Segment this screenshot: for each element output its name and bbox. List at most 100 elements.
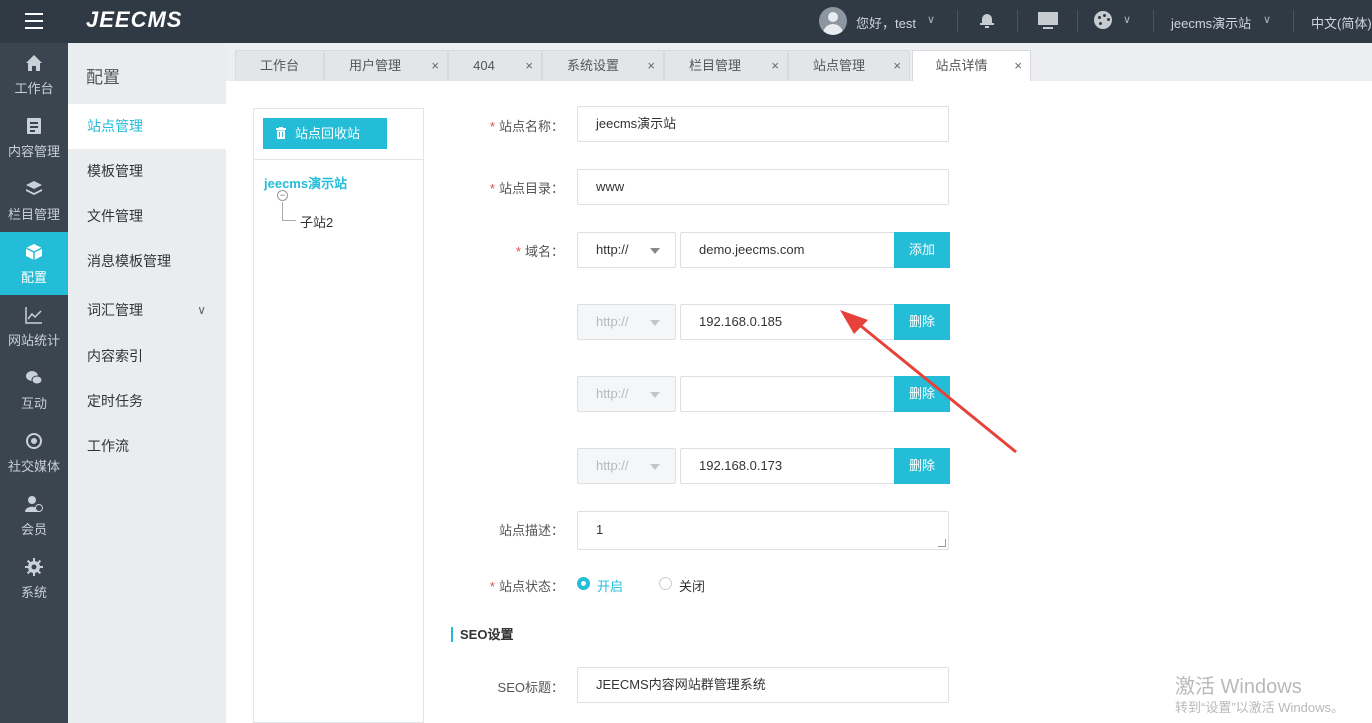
- tree-node-root[interactable]: jeecms演示站: [264, 173, 347, 192]
- activation-watermark-title: 激活 Windows: [1175, 676, 1302, 698]
- app-logo: JEECMS: [86, 7, 183, 32]
- nav-item-workbench[interactable]: 工作台: [0, 43, 68, 106]
- caret-down-icon: [650, 248, 660, 254]
- nav-item-label: 系统: [20, 585, 47, 600]
- tab-workbench[interactable]: 工作台: [235, 50, 324, 81]
- tab-system-settings[interactable]: 系统设置 ×: [542, 50, 664, 81]
- submenu-item-file[interactable]: 文件管理: [68, 194, 226, 239]
- nav-item-label: 配置: [20, 270, 47, 285]
- status-open-label[interactable]: 开启: [597, 576, 623, 595]
- submenu-item-site[interactable]: 站点管理: [68, 104, 226, 149]
- nav-item-label: 栏目管理: [7, 207, 60, 222]
- chart-line-icon: [25, 307, 42, 324]
- chat-icon: [26, 371, 43, 385]
- status-closed-radio[interactable]: [659, 577, 672, 590]
- nav-item-statistics[interactable]: 网站统计: [0, 295, 68, 358]
- divider: [1017, 10, 1018, 32]
- divider: [254, 159, 423, 160]
- submenu-item-label: 词汇管理: [87, 302, 143, 318]
- nav-item-interaction[interactable]: 互动: [0, 358, 68, 421]
- close-icon[interactable]: ×: [893, 51, 901, 81]
- nav-item-social[interactable]: 社交媒体: [0, 421, 68, 484]
- chevron-down-icon[interactable]: ∨: [1263, 13, 1271, 26]
- close-icon[interactable]: ×: [771, 51, 779, 81]
- seo-section-title: SEO设置: [451, 627, 513, 642]
- top-bar: JEECMS 您好，test ∨ ∨ jeecms演示站 ∨ 中文(简体): [0, 0, 1372, 43]
- language-switcher[interactable]: 中文(简体): [1311, 13, 1372, 32]
- chevron-down-icon[interactable]: ∨: [1123, 13, 1131, 26]
- submenu-item-message-template[interactable]: 消息模板管理: [68, 239, 226, 284]
- seo-title-input[interactable]: JEECMS内容网站群管理系统: [577, 667, 949, 703]
- seo-title-label: SEO标题：: [497, 680, 564, 695]
- nav-item-config[interactable]: 配置: [0, 232, 68, 295]
- site-name-input[interactable]: jeecms演示站: [577, 106, 949, 142]
- domain-input[interactable]: demo.jeecms.com: [680, 232, 896, 268]
- tree-connector: [282, 220, 296, 221]
- nav-item-channel[interactable]: 栏目管理: [0, 169, 68, 232]
- site-dir-input[interactable]: www: [577, 169, 949, 205]
- tab-404[interactable]: 404 ×: [448, 50, 542, 81]
- close-icon[interactable]: ×: [1014, 51, 1022, 81]
- required-mark: *: [489, 119, 495, 134]
- nav-item-content[interactable]: 内容管理: [0, 106, 68, 169]
- submenu-item-content-index[interactable]: 内容索引: [68, 334, 226, 379]
- submenu-item-vocabulary[interactable]: 词汇管理 ∨: [68, 288, 226, 333]
- close-icon[interactable]: ×: [647, 51, 655, 81]
- domain-protocol-select[interactable]: http://: [577, 304, 676, 340]
- palette-icon[interactable]: [1094, 11, 1112, 29]
- nav-item-label: 互动: [20, 396, 47, 411]
- status-closed-label[interactable]: 关闭: [679, 576, 705, 595]
- submenu-item-scheduled-task[interactable]: 定时任务: [68, 379, 226, 424]
- submenu-item-workflow[interactable]: 工作流: [68, 424, 226, 469]
- status-open-radio[interactable]: [577, 577, 590, 590]
- tab-label: 栏目管理: [688, 58, 741, 73]
- collapse-icon[interactable]: −: [277, 190, 288, 201]
- nav-item-label: 社交媒体: [7, 459, 60, 474]
- tab-site-management[interactable]: 站点管理 ×: [788, 50, 910, 81]
- main-nav: 工作台 内容管理 栏目管理 配置 网站统计 互动 社交媒体 会员 系统: [0, 43, 68, 723]
- add-domain-button[interactable]: 添加: [894, 232, 950, 268]
- bell-icon[interactable]: [980, 12, 994, 28]
- sub-menu: 配置 站点管理 模板管理 文件管理 消息模板管理 词汇管理 ∨ 内容索引 定时任…: [68, 43, 226, 723]
- nav-item-label: 会员: [20, 522, 47, 537]
- member-icon: [25, 496, 43, 512]
- tab-channel-management[interactable]: 栏目管理 ×: [664, 50, 788, 81]
- close-icon[interactable]: ×: [431, 51, 439, 81]
- site-switcher[interactable]: jeecms演示站: [1171, 13, 1251, 32]
- close-icon[interactable]: ×: [525, 51, 533, 81]
- tab-label: 用户管理: [348, 58, 401, 73]
- monitor-icon[interactable]: [1038, 12, 1058, 30]
- chevron-down-icon[interactable]: ∨: [927, 13, 935, 26]
- nav-item-label: 内容管理: [7, 144, 60, 159]
- user-greeting[interactable]: 您好，test: [856, 13, 916, 32]
- submenu-item-template[interactable]: 模板管理: [68, 149, 226, 194]
- site-name-label: * 站点名称：: [489, 119, 564, 134]
- cube-icon: [25, 244, 43, 260]
- resize-handle-icon[interactable]: [938, 539, 946, 547]
- tab-label: 站点管理: [812, 58, 865, 73]
- site-recycle-button[interactable]: 站点回收站: [263, 118, 387, 149]
- divider: [1077, 10, 1078, 32]
- domain-protocol-select[interactable]: http://: [577, 448, 676, 484]
- user-avatar[interactable]: [819, 7, 847, 35]
- sub-menu-title: 配置: [86, 68, 120, 87]
- required-mark: *: [489, 579, 495, 594]
- domain-protocol-select[interactable]: http://: [577, 232, 676, 268]
- gear-icon: [25, 558, 43, 576]
- nav-item-member[interactable]: 会员: [0, 484, 68, 547]
- divider: [1293, 10, 1294, 32]
- tab-label: 工作台: [259, 58, 299, 73]
- site-desc-label: 站点描述：: [498, 523, 564, 538]
- menu-toggle-icon[interactable]: [25, 13, 43, 29]
- nav-item-system[interactable]: 系统: [0, 547, 68, 610]
- site-desc-textarea[interactable]: 1: [577, 511, 949, 550]
- tree-node-child[interactable]: 子站2: [300, 212, 333, 231]
- layers-icon: [26, 181, 42, 195]
- nav-item-label: 网站统计: [7, 333, 60, 348]
- tab-user-management[interactable]: 用户管理 ×: [324, 50, 448, 81]
- tab-site-detail[interactable]: 站点详情 ×: [912, 50, 1031, 81]
- caret-down-icon: [650, 392, 660, 398]
- tab-label: 站点详情: [935, 58, 988, 73]
- domain-protocol-select[interactable]: http://: [577, 376, 676, 412]
- required-mark: *: [489, 181, 495, 196]
